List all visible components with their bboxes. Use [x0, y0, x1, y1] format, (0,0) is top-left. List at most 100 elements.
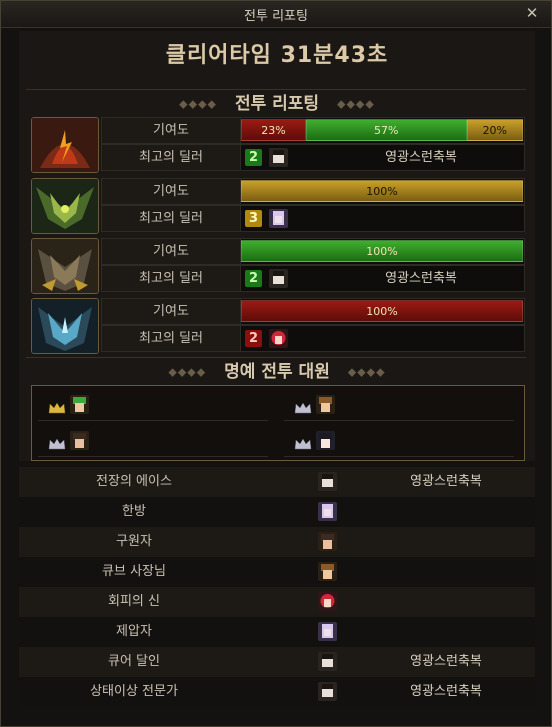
battle-report-window: 전투 리포팅 ✕ 클리어타임 31분43초 ◆◆◆◆ 전투 리포팅 ◆◆◆◆ 기… — [0, 0, 552, 727]
boss-row: 기여도 100% 최고의 딜러 3 — [31, 178, 525, 234]
award-name — [371, 617, 521, 647]
list-item: 회피의 신 — [19, 587, 535, 617]
honor-member-slot[interactable] — [284, 390, 514, 421]
crown-icon — [294, 399, 312, 414]
awards-list: 전장의 에이스 영광스런축복 한방 구원자 큐브 사장님 회피의 신 제압자 큐… — [19, 467, 535, 707]
award-avatar[interactable] — [318, 652, 337, 671]
dealer-avatar[interactable] — [269, 148, 288, 167]
section-honor-title: 명예 전투 대원 — [224, 362, 330, 382]
crown-icon — [48, 435, 66, 450]
award-name — [371, 527, 521, 557]
title-bar[interactable]: 전투 리포팅 ✕ — [1, 1, 551, 28]
top-dealer-label: 최고의 딜러 — [102, 206, 241, 231]
ornament-right-icon: ◆◆◆◆ — [336, 97, 375, 111]
contribution-row: 기여도 100% — [101, 238, 525, 265]
award-title: 전장의 에이스 — [96, 474, 172, 489]
list-item: 상태이상 전문가 영광스런축복 — [19, 677, 535, 707]
contribution-segment: 100% — [241, 240, 523, 262]
list-item: 한방 — [19, 497, 535, 527]
contribution-segment: 100% — [241, 300, 523, 322]
section-honor-header: ◆◆◆◆ 명예 전투 대원 ◆◆◆◆ — [19, 357, 535, 382]
clear-time: 클리어타임 31분43초 — [165, 43, 389, 68]
top-dealer-row: 최고의 딜러 2 — [101, 325, 525, 352]
award-avatar[interactable] — [318, 682, 337, 701]
honor-member-slot[interactable] — [38, 390, 268, 421]
dark-hair-avatar[interactable] — [70, 431, 89, 450]
award-avatar[interactable] — [318, 592, 337, 611]
contribution-segment: 23% — [241, 119, 306, 141]
contribution-segment: 100% — [241, 180, 523, 202]
contribution-bar: 100% — [241, 180, 523, 202]
contribution-segment: 57% — [305, 119, 467, 141]
crown-icon — [48, 399, 66, 414]
award-name — [371, 497, 521, 527]
award-title: 구원자 — [116, 534, 152, 549]
award-name: 영광스런축복 — [410, 654, 482, 669]
list-item: 전장의 에이스 영광스런축복 — [19, 467, 535, 497]
award-title: 제압자 — [116, 624, 152, 639]
window-title: 전투 리포팅 — [244, 9, 308, 24]
award-name: 영광스런축복 — [410, 684, 482, 699]
crown-icon — [294, 435, 312, 450]
honor-member-slot[interactable] — [38, 426, 268, 457]
contribution-label: 기여도 — [102, 239, 241, 264]
silver-hair-avatar[interactable] — [316, 431, 335, 450]
list-item: 큐브 사장님 — [19, 557, 535, 587]
dealer-name: 영광스런축복 — [385, 271, 457, 286]
rank-badge: 2 — [245, 149, 262, 166]
rank-badge: 2 — [245, 330, 262, 347]
brown-hair-avatar[interactable] — [316, 395, 335, 414]
boss-row: 기여도 100% 최고의 딜러 2 영광스런축복 — [31, 238, 525, 294]
award-avatar[interactable] — [318, 562, 337, 581]
list-item: 구원자 — [19, 527, 535, 557]
contribution-label: 기여도 — [102, 299, 241, 324]
contribution-bar: 100% — [241, 240, 523, 262]
contribution-label: 기여도 — [102, 118, 241, 143]
list-item: 제압자 — [19, 617, 535, 647]
award-avatar[interactable] — [318, 502, 337, 521]
ornament-left-icon: ◆◆◆◆ — [179, 97, 218, 111]
award-name: 영광스런축복 — [410, 474, 482, 489]
top-dealer-row: 최고의 딜러 2 영광스런축복 — [101, 265, 525, 292]
award-avatar[interactable] — [318, 622, 337, 641]
award-name — [371, 557, 521, 587]
award-title: 회피의 신 — [108, 594, 160, 609]
dealer-avatar[interactable] — [269, 329, 288, 348]
contribution-row: 기여도 100% — [101, 178, 525, 205]
award-avatar[interactable] — [318, 472, 337, 491]
fire-boss-icon — [31, 117, 99, 173]
green-hair-avatar[interactable] — [70, 395, 89, 414]
contribution-row: 기여도 100% — [101, 298, 525, 325]
top-dealer-label: 최고의 딜러 — [102, 266, 241, 291]
award-title: 상태이상 전문가 — [90, 684, 178, 699]
section-report-header: ◆◆◆◆ 전투 리포팅 ◆◆◆◆ — [19, 89, 535, 114]
top-dealer-row: 최고의 딜러 2 영광스런축복 — [101, 144, 525, 171]
contribution-bar: 23% 57% 20% — [241, 119, 523, 141]
contribution-segment: 20% — [466, 119, 523, 141]
contribution-row: 기여도 23% 57% 20% — [101, 117, 525, 144]
honor-members-box — [31, 385, 525, 461]
rank-badge: 2 — [245, 270, 262, 287]
honor-member-slot[interactable] — [284, 426, 514, 457]
top-dealer-row: 최고의 딜러 3 — [101, 205, 525, 232]
boss-row: 기여도 100% 최고의 딜러 2 — [31, 298, 525, 354]
dealer-name — [341, 326, 501, 351]
ice-boss-icon — [31, 298, 99, 354]
award-title: 큐어 달인 — [108, 654, 160, 669]
rank-badge: 3 — [245, 210, 262, 227]
forest-boss-icon — [31, 178, 99, 234]
ornament-right-icon: ◆◆◆◆ — [347, 365, 386, 379]
dealer-avatar[interactable] — [269, 269, 288, 288]
award-avatar[interactable] — [318, 532, 337, 551]
top-dealer-label: 최고의 딜러 — [102, 145, 241, 170]
gold-boss-icon — [31, 238, 99, 294]
dealer-name: 영광스런축복 — [385, 150, 457, 165]
dealer-name — [341, 206, 501, 231]
ornament-left-icon: ◆◆◆◆ — [168, 365, 207, 379]
dealer-avatar[interactable] — [269, 209, 288, 228]
section-report-title: 전투 리포팅 — [234, 94, 320, 114]
close-button[interactable]: ✕ — [523, 4, 541, 22]
award-title: 큐브 사장님 — [102, 564, 166, 579]
contribution-label: 기여도 — [102, 179, 241, 204]
top-dealer-label: 최고의 딜러 — [102, 326, 241, 351]
